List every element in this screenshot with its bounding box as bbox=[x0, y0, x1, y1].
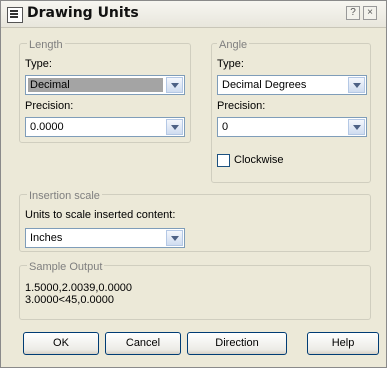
help-button[interactable]: Help bbox=[307, 332, 379, 355]
length-precision-select[interactable]: 0.0000 bbox=[25, 117, 185, 137]
chevron-down-icon[interactable] bbox=[166, 230, 183, 246]
length-type-label: Type: bbox=[25, 58, 52, 70]
sample-output-line-2: 3.0000<45,0.0000 bbox=[25, 294, 115, 306]
insertion-scale-group-label: Insertion scale bbox=[27, 190, 102, 202]
chevron-down-icon[interactable] bbox=[166, 119, 183, 135]
angle-precision-label: Precision: bbox=[217, 100, 266, 112]
direction-button[interactable]: Direction bbox=[187, 332, 287, 355]
angle-group-label: Angle bbox=[217, 39, 250, 51]
length-group-label: Length bbox=[27, 39, 65, 51]
sample-output-group-label: Sample Output bbox=[27, 261, 105, 273]
angle-precision-value: 0 bbox=[222, 121, 229, 133]
sample-output-line-1: 1.5000,2.0039,0.0000 bbox=[25, 282, 133, 294]
title-bar: Drawing Units ? × bbox=[1, 1, 386, 28]
clockwise-label[interactable]: Clockwise bbox=[234, 154, 284, 166]
dialog-title: Drawing Units bbox=[27, 5, 139, 21]
length-type-select[interactable]: Decimal bbox=[25, 75, 185, 95]
angle-type-label: Type: bbox=[217, 58, 244, 70]
angle-type-value: Decimal Degrees bbox=[222, 79, 307, 91]
length-type-value: Decimal bbox=[30, 79, 70, 91]
insertion-units-select[interactable]: Inches bbox=[25, 228, 185, 248]
close-button[interactable]: × bbox=[363, 6, 377, 20]
chevron-down-icon[interactable] bbox=[348, 77, 365, 93]
chevron-down-icon[interactable] bbox=[348, 119, 365, 135]
ok-button[interactable]: OK bbox=[23, 332, 99, 355]
insertion-units-value: Inches bbox=[30, 232, 63, 244]
cancel-button[interactable]: Cancel bbox=[105, 332, 181, 355]
length-precision-value: 0.0000 bbox=[30, 121, 64, 133]
drawing-units-dialog: Drawing Units ? × Length Type: Decimal P… bbox=[0, 0, 387, 368]
chevron-down-icon[interactable] bbox=[166, 77, 183, 93]
drawing-units-icon bbox=[7, 7, 23, 23]
units-to-scale-label: Units to scale inserted content: bbox=[25, 209, 176, 221]
angle-precision-select[interactable]: 0 bbox=[217, 117, 367, 137]
length-precision-label: Precision: bbox=[25, 100, 74, 112]
clockwise-checkbox[interactable] bbox=[217, 154, 230, 167]
angle-type-select[interactable]: Decimal Degrees bbox=[217, 75, 367, 95]
title-help-button[interactable]: ? bbox=[346, 6, 360, 20]
